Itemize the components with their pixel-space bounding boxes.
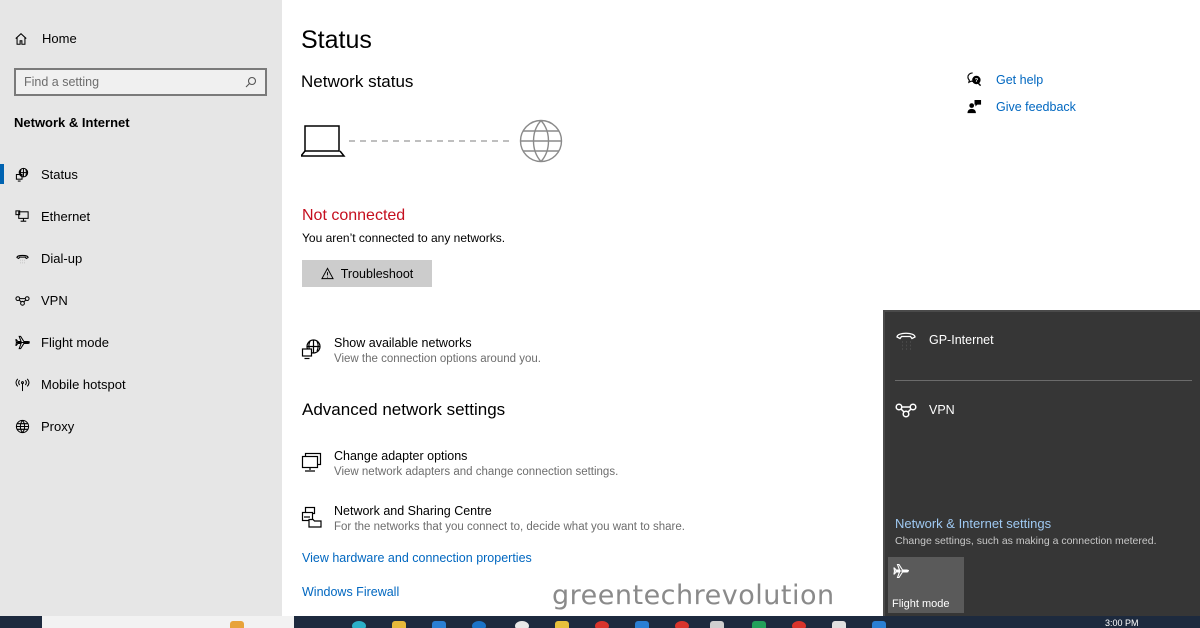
sidebar-item-label: Mobile hotspot — [41, 376, 126, 392]
laptop-icon — [301, 125, 346, 157]
taskbar-app-icon[interactable] — [432, 621, 446, 628]
section-title: Network & Internet — [14, 115, 130, 130]
network-diagram — [301, 119, 563, 163]
watermark: greentechrevolution — [552, 580, 835, 611]
hotspot-icon — [15, 378, 29, 391]
taskbar-app-icon[interactable] — [555, 621, 569, 628]
network-settings-desc: Change settings, such as making a connec… — [895, 535, 1157, 547]
sharing-centre-icon — [301, 506, 322, 528]
ethernet-icon — [14, 209, 29, 222]
option-title: Change adapter options — [334, 449, 468, 463]
sidebar-item-label: VPN — [41, 292, 68, 308]
troubleshoot-button[interactable]: Troubleshoot — [302, 260, 432, 287]
help-panel: ? Get help Give feedback — [967, 66, 1076, 120]
sidebar-nav: Status Ethernet Dial-up VPN Flight mode … — [0, 153, 282, 447]
option-desc: For the networks that you connect to, de… — [334, 521, 685, 533]
sidebar-item-proxy[interactable]: Proxy — [0, 405, 282, 447]
network-status-heading: Network status — [301, 72, 414, 91]
taskbar-search-box[interactable] — [42, 616, 294, 628]
flyout-connection-gp-internet[interactable]: GP-Internet — [895, 329, 994, 351]
status-globe-icon — [15, 167, 28, 182]
flight-mode-toggle[interactable]: Flight mode — [888, 557, 964, 613]
sidebar-item-flight-mode[interactable]: Flight mode — [0, 321, 282, 363]
svg-text:?: ? — [975, 78, 979, 84]
search-input[interactable] — [24, 75, 245, 89]
get-help-icon: ? — [967, 72, 982, 87]
taskbar-app-icon[interactable] — [792, 621, 806, 628]
taskbar-app-icon[interactable] — [595, 621, 609, 628]
network-sharing-centre[interactable]: Network and Sharing Centre For the netwo… — [301, 504, 685, 533]
troubleshoot-label: Troubleshoot — [340, 266, 414, 281]
get-help-label: Get help — [996, 72, 1044, 87]
get-help-link[interactable]: ? Get help — [967, 66, 1076, 93]
home-icon — [15, 32, 27, 45]
airplane-icon — [893, 563, 909, 579]
sidebar-item-vpn[interactable]: VPN — [0, 279, 282, 321]
option-title: Network and Sharing Centre — [334, 504, 492, 518]
flyout-divider — [895, 380, 1192, 381]
option-title: Show available networks — [334, 336, 472, 350]
connection-description: You aren’t connected to any networks. — [302, 231, 506, 245]
network-flyout: GP-Internet VPN Network & Internet setti… — [883, 310, 1200, 616]
search-icon[interactable] — [245, 76, 257, 88]
sidebar-item-label: Dial-up — [41, 250, 83, 266]
give-feedback-link[interactable]: Give feedback — [967, 93, 1076, 120]
sidebar-item-status[interactable]: Status — [0, 153, 282, 195]
taskbar-clock[interactable]: 3:00 PM — [1105, 618, 1139, 628]
taskbar-terminal-icon[interactable] — [710, 621, 724, 628]
windows-firewall-link[interactable]: Windows Firewall — [302, 585, 399, 599]
dial-up-icon — [15, 254, 29, 263]
taskbar-app-icon[interactable] — [635, 621, 649, 628]
network-internet-settings-link[interactable]: Network & Internet settings — [895, 516, 1051, 531]
flyout-vpn[interactable]: VPN — [895, 399, 955, 421]
taskbar-app-icon[interactable] — [230, 621, 244, 628]
advanced-settings-heading: Advanced network settings — [302, 400, 506, 419]
taskbar-app-icon[interactable] — [675, 621, 689, 628]
taskbar-app-icon[interactable] — [752, 621, 766, 628]
network-globe-icon — [301, 339, 321, 360]
taskbar-app-icon[interactable] — [352, 621, 366, 628]
taskbar-app-icon[interactable] — [515, 621, 529, 628]
vpn-icon — [895, 403, 917, 418]
option-desc: View the connection options around you. — [334, 353, 541, 365]
adapter-icon — [301, 452, 322, 472]
show-available-networks[interactable]: Show available networks View the connect… — [301, 336, 541, 365]
taskbar-app-icon[interactable] — [872, 621, 886, 628]
home-link[interactable]: Home — [14, 31, 77, 46]
sidebar-item-mobile-hotspot[interactable]: Mobile hotspot — [0, 363, 282, 405]
sidebar-item-label: Ethernet — [41, 208, 91, 224]
option-desc: View network adapters and change connect… — [334, 466, 619, 478]
give-feedback-icon — [967, 99, 982, 114]
taskbar: 3:00 PM — [0, 616, 1200, 628]
taskbar-app-icon[interactable] — [832, 621, 846, 628]
give-feedback-label: Give feedback — [996, 99, 1076, 114]
sidebar-item-label: Proxy — [41, 418, 75, 434]
change-adapter-options[interactable]: Change adapter options View network adap… — [301, 449, 618, 478]
search-box[interactable] — [14, 68, 267, 96]
vpn-icon — [14, 295, 30, 306]
settings-window: Home Network & Internet Status Ethernet … — [0, 0, 1200, 628]
sidebar: Home Network & Internet Status Ethernet … — [0, 0, 282, 616]
internet-globe-icon — [519, 119, 563, 163]
connection-name: GP-Internet — [929, 333, 994, 347]
home-label: Home — [42, 31, 77, 46]
airplane-icon — [14, 335, 30, 349]
warning-icon — [320, 267, 334, 280]
sidebar-item-ethernet[interactable]: Ethernet — [0, 195, 282, 237]
connection-status: Not connected — [302, 207, 406, 224]
sidebar-item-label: Status — [41, 166, 78, 182]
sidebar-item-label: Flight mode — [41, 334, 109, 350]
flight-mode-label: Flight mode — [892, 598, 950, 610]
taskbar-app-icon[interactable] — [472, 621, 486, 628]
taskbar-file-explorer-icon[interactable] — [392, 621, 406, 628]
page-title: Status — [301, 26, 372, 54]
vpn-label: VPN — [929, 403, 955, 417]
dial-up-icon — [896, 332, 916, 350]
globe-icon — [15, 419, 29, 433]
sidebar-item-dial-up[interactable]: Dial-up — [0, 237, 282, 279]
view-hardware-link[interactable]: View hardware and connection properties — [302, 551, 532, 565]
